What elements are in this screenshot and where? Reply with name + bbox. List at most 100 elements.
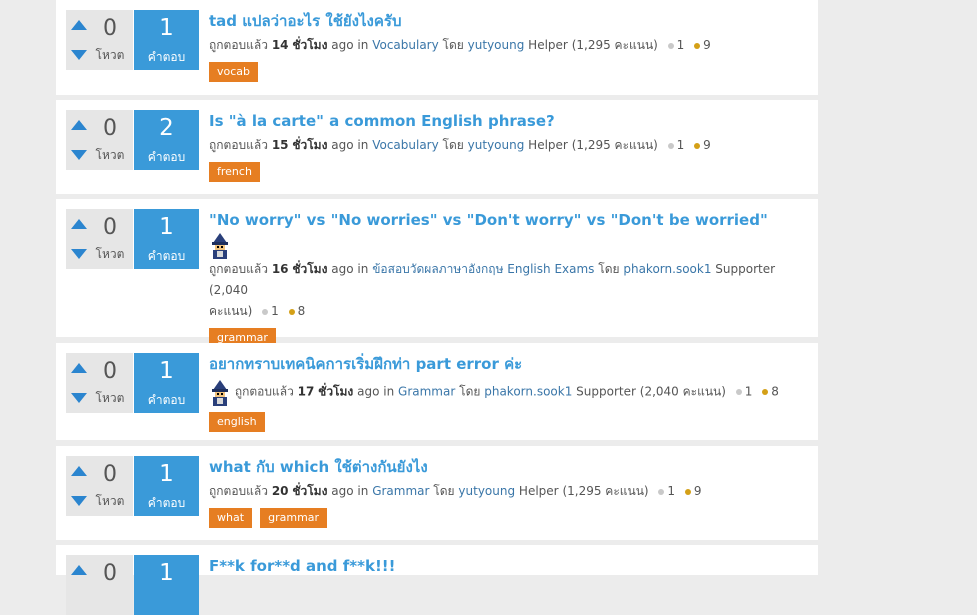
gold-badge-icon (288, 308, 295, 315)
vote-count: 0 (103, 116, 117, 141)
vote-box: 0 โหวต (66, 110, 133, 170)
question-title[interactable]: อยากทราบเทคนิคการเริ่มฝึกท่า part error … (209, 353, 789, 375)
vote-count: 0 (103, 462, 117, 487)
downvote-arrow-icon[interactable] (71, 249, 87, 259)
vote-box: 0 (66, 555, 133, 615)
wizard-avatar-icon[interactable] (209, 380, 231, 406)
silver-badge-count: 1 (744, 384, 753, 399)
wizard-avatar-icon (212, 233, 228, 259)
gold-badge-icon (694, 42, 701, 49)
ago-label: ago (357, 384, 380, 399)
gold-badge-count: 9 (703, 38, 711, 52)
vote-box: 0 โหวต (66, 209, 133, 269)
user-role: Supporter (576, 384, 636, 399)
in-label: in (357, 138, 369, 152)
downvote-arrow-icon[interactable] (71, 150, 87, 160)
question-title[interactable]: tad แปลว่าอะไร ใช้ยังไงครับ (209, 10, 789, 32)
upvote-arrow-icon[interactable] (71, 20, 87, 30)
tag[interactable]: vocab (209, 62, 259, 82)
upvote-arrow-icon[interactable] (71, 466, 87, 476)
user-points: (1,295 คะแนน) (571, 38, 658, 52)
tag-list: english (209, 410, 789, 432)
answer-label: คำตอบ (147, 150, 186, 164)
answer-count: 1 (159, 358, 174, 384)
tag[interactable]: french (209, 162, 260, 182)
tag[interactable]: grammar (260, 508, 328, 528)
category-link[interactable]: Grammar (398, 385, 455, 399)
by-label: โดย (433, 484, 455, 498)
question-meta: ถูกตอบแล้ว 16 ชั่วโมง ago in ข้อสอบวัดผล… (209, 259, 784, 322)
tag-list: french (209, 160, 789, 182)
tag[interactable]: what (209, 508, 253, 528)
question-title[interactable]: "No worry" vs "No worries" vs "Don't wor… (209, 209, 789, 231)
in-label: in (383, 384, 395, 399)
downvote-arrow-icon[interactable] (71, 496, 87, 506)
answered-label: ถูกตอบแล้ว (209, 138, 268, 152)
question-item: 0 โหวต 1 คำตอบ "No worry" vs "No worries… (56, 199, 818, 348)
gold-badge-icon (684, 488, 691, 495)
tag[interactable]: english (209, 412, 265, 432)
answer-count-box[interactable]: 2 คำตอบ (134, 110, 199, 170)
vote-count: 0 (103, 215, 117, 240)
gold-badge-count: 9 (703, 138, 711, 152)
category-link[interactable]: ข้อสอบวัดผลภาษาอังกฤษ English Exams (372, 262, 594, 276)
user-role: Helper (528, 138, 568, 152)
question-title[interactable]: what กับ which ใช้ต่างกันยังไง (209, 456, 789, 478)
user-link[interactable]: yutyoung (468, 38, 525, 52)
silver-badge-icon (667, 42, 674, 49)
category-link[interactable]: Vocabulary (372, 138, 439, 152)
downvote-arrow-icon[interactable] (71, 50, 87, 60)
by-label: โดย (442, 138, 464, 152)
ago-label: ago (331, 38, 354, 52)
user-role: Helper (528, 38, 568, 52)
user-role: Helper (518, 484, 559, 498)
user-link[interactable]: yutyoung (468, 138, 525, 152)
hours-count: 14 (271, 38, 289, 52)
user-link[interactable]: yutyoung (458, 484, 515, 498)
silver-badge-icon (262, 308, 269, 315)
upvote-arrow-icon[interactable] (71, 120, 87, 130)
question-item: 0 โหวต 1 คำตอบ what กับ which ใช้ต่างกัน… (56, 446, 818, 540)
hours-unit: ชั่วโมง (318, 384, 354, 399)
vote-count: 0 (103, 359, 117, 384)
hours-unit: ชั่วโมง (292, 484, 328, 498)
silver-badge-count: 1 (271, 304, 279, 318)
category-link[interactable]: Vocabulary (372, 38, 439, 52)
answer-count-box[interactable]: 1 คำตอบ (134, 209, 199, 269)
answer-label: คำตอบ (147, 393, 186, 407)
silver-badge-icon (667, 142, 674, 149)
by-label: โดย (442, 38, 464, 52)
user-avatar[interactable] (209, 231, 789, 259)
gold-badge-count: 9 (693, 484, 702, 498)
answer-count-box[interactable]: 1 คำตอบ (134, 10, 199, 70)
upvote-arrow-icon[interactable] (71, 565, 87, 575)
answer-count-box[interactable]: 1 คำตอบ (134, 456, 199, 516)
answered-label: ถูกตอบแล้ว (234, 384, 294, 399)
answer-label: คำตอบ (147, 496, 186, 510)
question-item: 0 โหวต 2 คำตอบ Is "à la carte" a common … (56, 100, 818, 194)
user-link[interactable]: phakorn.sook1 (484, 385, 572, 399)
vote-count: 0 (103, 561, 117, 586)
answer-count-box[interactable]: 1 (134, 555, 199, 615)
upvote-arrow-icon[interactable] (71, 219, 87, 229)
answer-count: 1 (159, 15, 174, 41)
downvote-arrow-icon[interactable] (71, 393, 87, 403)
vote-label: โหวต (95, 48, 125, 62)
in-label: in (357, 484, 369, 498)
vote-label: โหวต (95, 494, 125, 508)
user-points: (1,295 คะแนน) (571, 138, 658, 152)
in-label: in (357, 38, 369, 52)
answered-label: ถูกตอบแล้ว (209, 484, 268, 498)
by-label: โดย (459, 384, 481, 399)
ago-label: ago (331, 484, 354, 498)
question-title[interactable]: Is "à la carte" a common English phrase? (209, 110, 789, 132)
answer-count-box[interactable]: 1 คำตอบ (134, 353, 199, 413)
user-points: (2,040 (209, 283, 249, 297)
user-link[interactable]: phakorn.sook1 (623, 262, 711, 276)
hours-unit: ชั่วโมง (292, 262, 328, 276)
category-link[interactable]: Grammar (372, 484, 429, 498)
question-title[interactable]: F**k for**d and f**k!!! (209, 555, 789, 577)
silver-badge-icon (735, 389, 742, 395)
in-label: in (357, 262, 369, 276)
upvote-arrow-icon[interactable] (71, 363, 87, 373)
